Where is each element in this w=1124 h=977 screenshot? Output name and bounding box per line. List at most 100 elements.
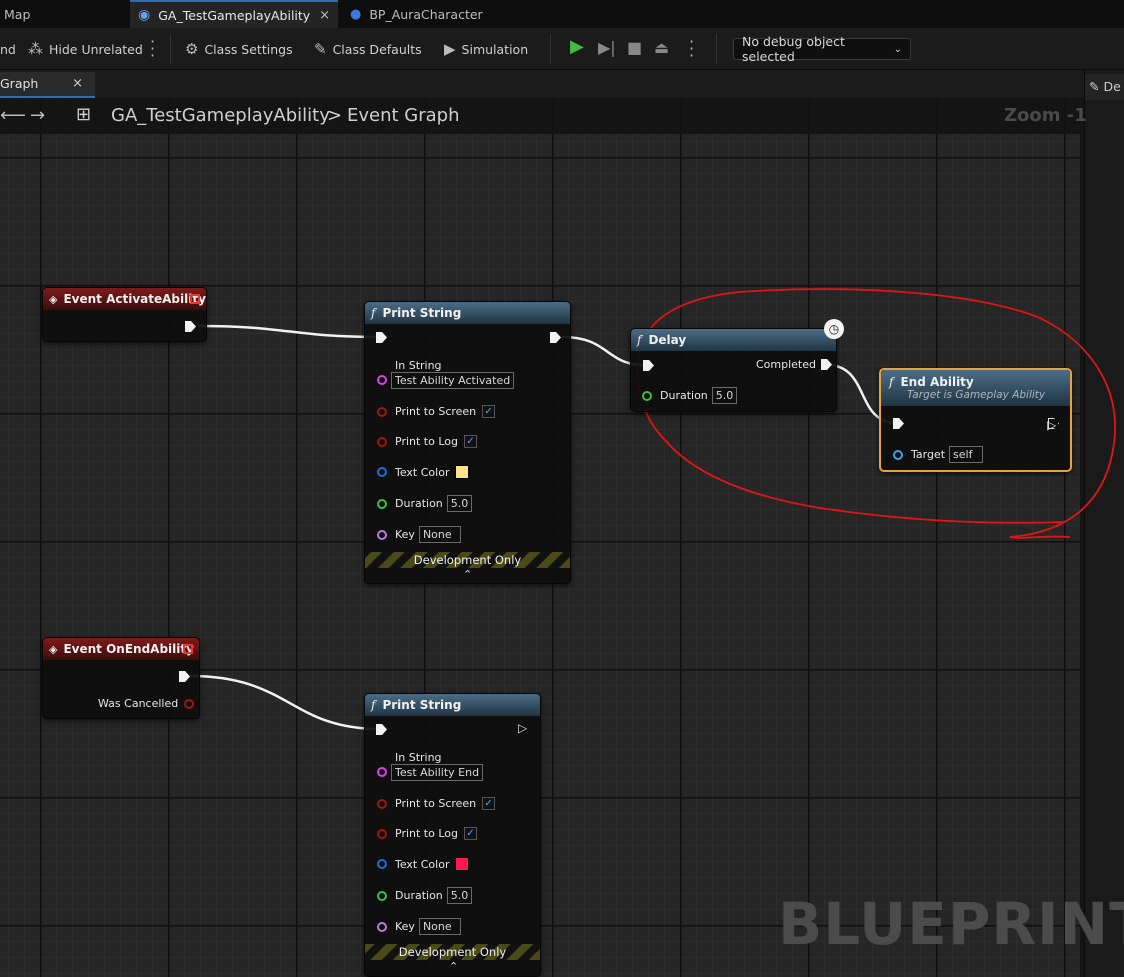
class-defaults-button[interactable]: ✎ Class Defaults [314,36,422,62]
hide-unrelated-button[interactable]: ⁂ Hide Unrelated [28,36,143,62]
print-to-screen-checkbox[interactable]: ✓ [482,797,496,810]
edit-defaults-icon: ✎ [314,40,327,58]
key-field[interactable]: None [418,526,461,543]
expand-chevron-icon[interactable]: ⌃ [463,568,472,581]
print-string-node[interactable]: f Print String In String Test Ability Act… [364,301,571,584]
tab-bp-auracharacter[interactable]: ● BP_AuraCharacter [342,0,522,28]
pin-label: Text Color [395,465,450,479]
stop-icon[interactable]: ■ [627,38,642,57]
duration-pin[interactable]: Duration 5.0 [377,495,473,512]
print-string-node[interactable]: f Print String ▷ In String Test Ability E… [364,693,541,977]
play-options-icon[interactable]: · · · [689,34,694,64]
print-to-screen-pin[interactable]: Print to Screen ✓ [377,405,496,418]
exec-out-pin [821,359,832,370]
breadcrumb-blueprint[interactable]: GA_TestGameplayAbility [111,105,330,126]
forward-arrow-icon[interactable]: → [30,105,45,126]
pin-label: Completed [756,358,816,371]
text-color-swatch[interactable] [455,465,470,479]
expand-chevron-icon[interactable]: ⌃ [449,960,458,973]
print-to-log-pin[interactable]: Print to Log ✓ [377,435,477,448]
character-icon: ● [350,6,362,22]
divider [716,34,717,64]
node-header: ◈ Event ActivateAbility [43,288,206,310]
was-cancelled-pin[interactable]: Was Cancelled [98,697,195,710]
in-string-pin[interactable]: In String Test Ability End [377,751,484,781]
event-icon: ◈ [49,642,58,656]
delay-node[interactable]: f Delay ◷ Completed Duration 5.0 [630,319,844,412]
class-settings-button[interactable]: ⚙ Class Settings [185,36,293,62]
end-ability-node[interactable]: f End Ability Target is Gameplay Ability … [879,368,1072,472]
exec-out-pin[interactable] [550,332,561,343]
in-string-field[interactable]: Test Ability Activated [391,372,515,389]
find-button[interactable]: nd [0,36,16,62]
exec-in-pin[interactable] [893,418,904,429]
float-pin-icon [377,890,387,901]
text-color-pin[interactable]: Text Color [377,465,470,479]
exec-in-pin[interactable] [643,360,654,371]
node-title: Event ActivateAbility [63,292,206,306]
event-onendability-node[interactable]: ◈ Event OnEndAbility Was Cancelled [42,637,200,719]
print-to-log-pin[interactable]: Print to Log ✓ [377,827,477,840]
target-field[interactable]: self [949,446,984,463]
exec-out-pin[interactable] [185,321,196,332]
in-string-pin[interactable]: In String Test Ability Activated [377,359,515,389]
in-string-field[interactable]: Test Ability End [391,764,484,781]
breadcrumb-graph[interactable]: Event Graph [347,105,460,126]
close-icon[interactable]: × [319,8,330,23]
object-pin-icon [893,449,903,460]
details-tab[interactable]: ✎ De [1085,74,1124,100]
function-icon: f [371,698,376,712]
duration-field[interactable]: 5.0 [711,387,738,404]
duration-pin[interactable]: Duration 5.0 [642,387,738,404]
key-pin[interactable]: Key None [377,526,461,543]
graph-tab-label: Graph [0,76,39,91]
debug-object-select[interactable]: No debug object selected ⌄ [733,34,911,64]
play-icon[interactable]: ▶ [570,36,584,57]
delegate-pin-icon[interactable] [190,294,200,304]
key-field[interactable]: None [418,918,461,935]
event-activateability-node[interactable]: ◈ Event ActivateAbility [42,287,207,342]
eject-icon[interactable]: ⏏ [654,38,669,57]
print-to-screen-checkbox[interactable]: ✓ [482,405,496,418]
close-icon[interactable]: × [72,76,83,91]
duration-field[interactable]: 5.0 [446,495,473,512]
target-pin[interactable]: Target self [893,446,984,463]
development-only-banner: Development Only [365,552,570,568]
tab-event-graph[interactable]: Graph × [0,72,95,98]
bool-pin-icon [377,436,387,447]
zoom-level: Zoom -1 [1004,105,1087,126]
function-icon: f [637,333,642,347]
node-title: Delay [648,333,687,347]
node-header: ◈ Event OnEndAbility [43,638,199,660]
simulation-icon: ▶ [444,40,456,58]
float-pin-icon [377,498,387,509]
tab-ga-testgameplayability[interactable]: ◉ GA_TestGameplayAbility × [130,0,338,28]
node-header: f Delay [631,329,836,351]
exec-in-pin[interactable] [376,332,387,343]
print-to-screen-pin[interactable]: Print to Screen ✓ [377,797,496,810]
print-to-log-checkbox[interactable]: ✓ [464,827,477,840]
gear-icon: ⚙ [185,40,199,58]
key-pin[interactable]: Key None [377,918,461,935]
duration-pin[interactable]: Duration 5.0 [377,887,473,904]
duration-field[interactable]: 5.0 [446,887,473,904]
more-options-icon[interactable]: · · · [150,34,155,64]
node-subtitle: Target is Gameplay Ability [907,389,1046,401]
completed-pin[interactable]: Completed [756,358,832,371]
delegate-pin-icon[interactable] [183,644,193,654]
back-arrow-icon[interactable]: ⟵ [0,105,26,126]
simulation-button[interactable]: ▶ Simulation [444,36,528,62]
exec-out-pin[interactable]: ▷ [518,721,527,735]
bool-pin-icon [377,828,387,839]
class-settings-label: Class Settings [204,41,293,57]
step-icon[interactable]: ▶| [598,38,616,57]
text-color-swatch[interactable] [455,857,470,871]
pin-label: Was Cancelled [98,697,179,710]
print-to-log-checkbox[interactable]: ✓ [464,435,477,448]
exec-out-pin[interactable] [179,671,190,682]
chevron-down-icon: ⌄ [893,43,902,55]
tab-map[interactable]: Map [0,0,116,28]
exec-in-pin[interactable] [376,724,387,735]
text-color-pin[interactable]: Text Color [377,857,470,871]
pin-label: In String [395,359,442,372]
